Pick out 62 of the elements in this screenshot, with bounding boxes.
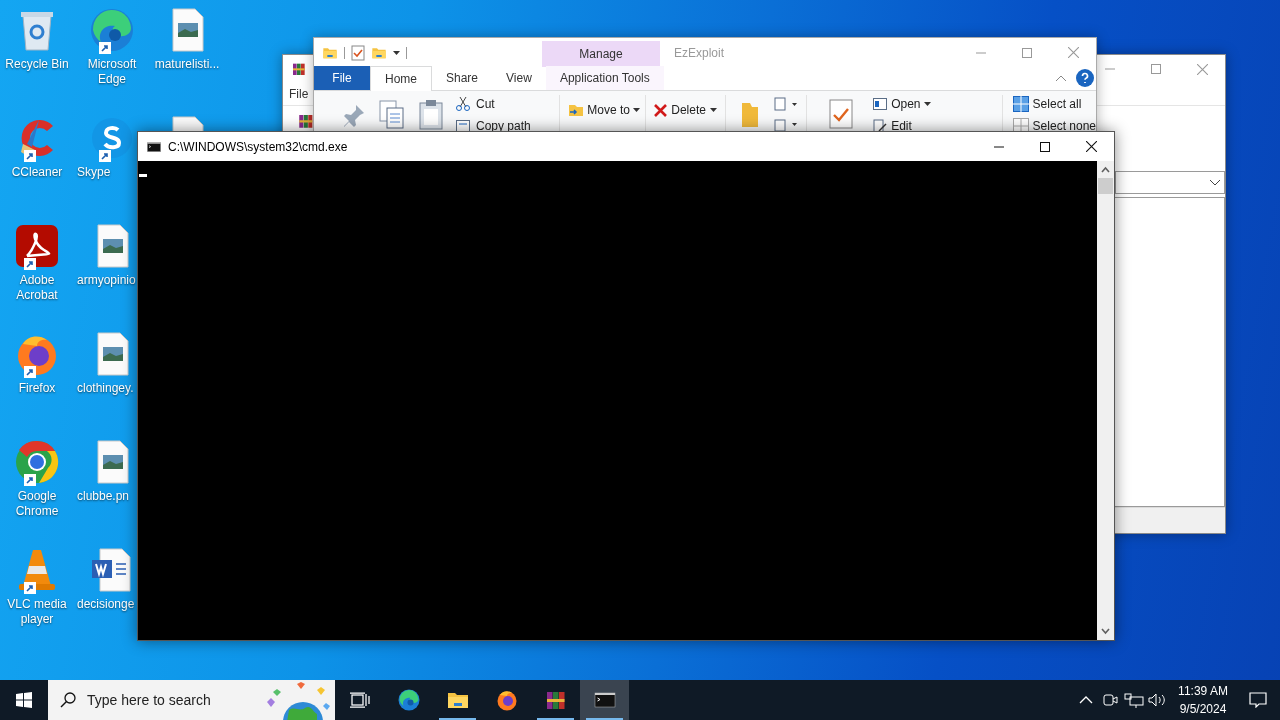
shortcut-arrow-icon xyxy=(24,474,36,486)
copy-icon[interactable] xyxy=(378,99,406,131)
menu-item[interactable]: File xyxy=(289,85,309,103)
edge-icon xyxy=(396,688,421,712)
rename-icon[interactable] xyxy=(773,117,798,131)
chrome-icon xyxy=(13,438,61,486)
shortcut-arrow-icon xyxy=(99,42,111,54)
ribbon-tab[interactable]: File xyxy=(314,66,370,90)
collapse-ribbon-icon[interactable] xyxy=(1056,75,1066,81)
properties-icon[interactable] xyxy=(351,44,365,61)
ribbon-tab[interactable]: Home xyxy=(370,66,432,91)
shortcut-arrow-icon xyxy=(24,582,36,594)
copy-to-icon[interactable] xyxy=(773,97,798,111)
caret-icon xyxy=(632,108,640,112)
grid-icon xyxy=(1012,96,1029,112)
close-icon xyxy=(1196,63,1208,75)
window-title: C:\WINDOWS\system32\cmd.exe xyxy=(168,138,348,156)
shortcut-arrow-icon xyxy=(24,258,36,270)
acrobat-icon xyxy=(13,222,61,270)
books-icon xyxy=(291,61,307,77)
speech-bubble-icon xyxy=(1249,692,1267,708)
caret-icon xyxy=(709,108,717,112)
close-icon xyxy=(1085,141,1097,152)
scrollbar-thumb[interactable] xyxy=(1098,178,1113,194)
close-icon xyxy=(1067,47,1079,58)
scrollbar[interactable] xyxy=(1097,161,1114,640)
shortcut-arrow-icon xyxy=(24,366,36,378)
move-to-button[interactable]: Move to xyxy=(568,101,640,119)
window-title: EzExploit xyxy=(674,44,725,62)
cut-button[interactable]: Cut xyxy=(456,95,531,113)
scissors-icon xyxy=(456,97,470,111)
maximize-icon xyxy=(1151,64,1161,74)
delete-button[interactable]: Delete xyxy=(654,101,717,119)
maximize-icon xyxy=(1040,141,1050,152)
close-icon xyxy=(654,103,668,117)
shortcut-arrow-icon xyxy=(24,150,36,162)
context-group-label: Manage xyxy=(579,46,623,63)
checklist-icon[interactable] xyxy=(829,99,854,129)
edge-icon xyxy=(88,6,136,54)
ribbon-tab[interactable]: Share xyxy=(432,66,493,90)
taskbar-app-button[interactable] xyxy=(580,680,629,720)
search-icon xyxy=(60,692,76,708)
books-icon xyxy=(297,112,315,130)
window-icon xyxy=(873,98,888,110)
maximize-icon xyxy=(1022,47,1032,58)
edit-button[interactable]: Edit xyxy=(873,117,932,135)
caret-icon xyxy=(924,102,932,106)
ribbon-tab[interactable]: Application Tools xyxy=(545,66,664,90)
clipboard-icon[interactable] xyxy=(418,99,444,131)
chevron-down-icon xyxy=(1210,179,1220,186)
select-all-button[interactable]: Select all xyxy=(1012,95,1096,113)
network-icon[interactable] xyxy=(1122,692,1146,708)
shortcut-arrow-icon xyxy=(99,150,111,162)
windows-logo-icon xyxy=(16,692,32,708)
path-combobox[interactable] xyxy=(1115,171,1225,194)
clock[interactable]: 11:39 AM 9/5/2024 xyxy=(1174,682,1232,718)
open-button[interactable]: Open xyxy=(873,95,932,113)
search-placeholder: Type here to search xyxy=(87,690,211,710)
help-icon[interactable] xyxy=(1076,69,1094,87)
search-field[interactable]: Type here to search xyxy=(48,680,335,720)
ribbon-tab[interactable]: View xyxy=(492,66,546,90)
folder-arrow-icon xyxy=(568,102,585,118)
